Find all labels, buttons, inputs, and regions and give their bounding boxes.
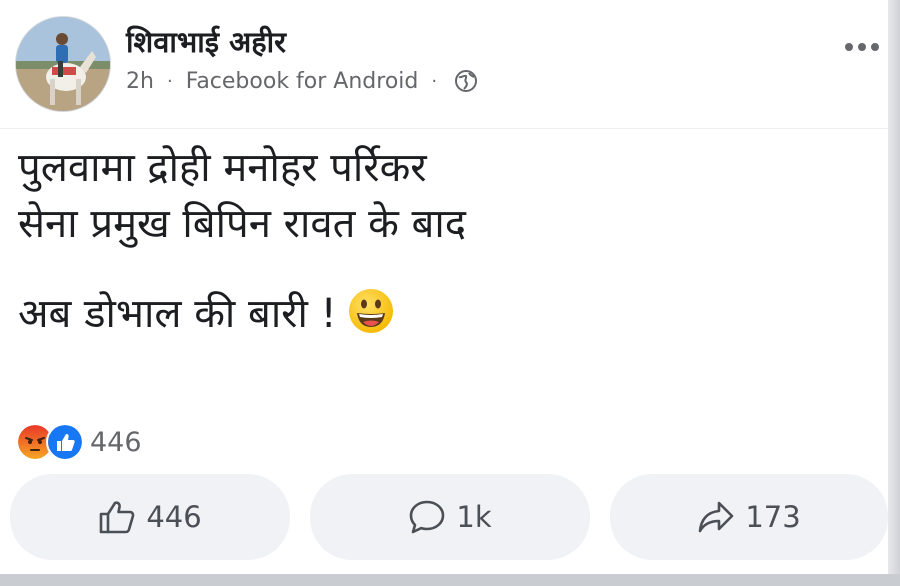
comment-button[interactable]: 1k [310,474,590,560]
post-text-line: अब डोभाल की बारी ! [18,291,337,337]
post-body: पुलवामा द्रोही मनोहर पर्रिकर सेना प्रमुख… [18,140,858,342]
like-count: 446 [146,500,202,534]
avatar[interactable] [16,17,110,111]
share-count: 173 [745,500,801,534]
grinning-face-emoji-icon [347,287,395,335]
thumbs-up-icon [100,501,135,534]
comment-bubble-icon [410,500,445,534]
author-name[interactable]: शिवाभाई अहीर [126,22,286,61]
globe-icon[interactable] [454,69,478,93]
more-options-button[interactable] [842,30,882,64]
reaction-count: 446 [90,426,142,458]
like-reaction-icon [46,423,84,461]
post-meta: 2h · Facebook for Android · [126,66,478,96]
comment-count: 1k [456,500,492,534]
avatar-photo [16,17,110,111]
meta-separator: · [166,70,173,92]
post-card: शिवाभाई अहीर 2h · Facebook for Android · [0,0,888,574]
post-time[interactable]: 2h [126,69,154,94]
share-arrow-icon [699,501,734,533]
post-text-line: पुलवामा द्रोही मनोहर पर्रिकर [18,145,427,191]
screen-edge [888,0,900,586]
reactions-summary[interactable]: 446 [16,423,142,461]
more-dots-icon [845,43,879,51]
share-button[interactable]: 173 [610,474,888,560]
post-text-last-line: अब डोभाल की बारी ! [18,286,858,342]
like-button[interactable]: 446 [10,474,290,560]
post-source: Facebook for Android [185,68,419,94]
post-header: शिवाभाई अहीर 2h · Facebook for Android · [0,0,888,129]
post-text-line: सेना प्रमुख बिपिन रावत के बाद [18,201,466,247]
feed-divider [0,574,900,586]
meta-separator: · [431,70,438,92]
